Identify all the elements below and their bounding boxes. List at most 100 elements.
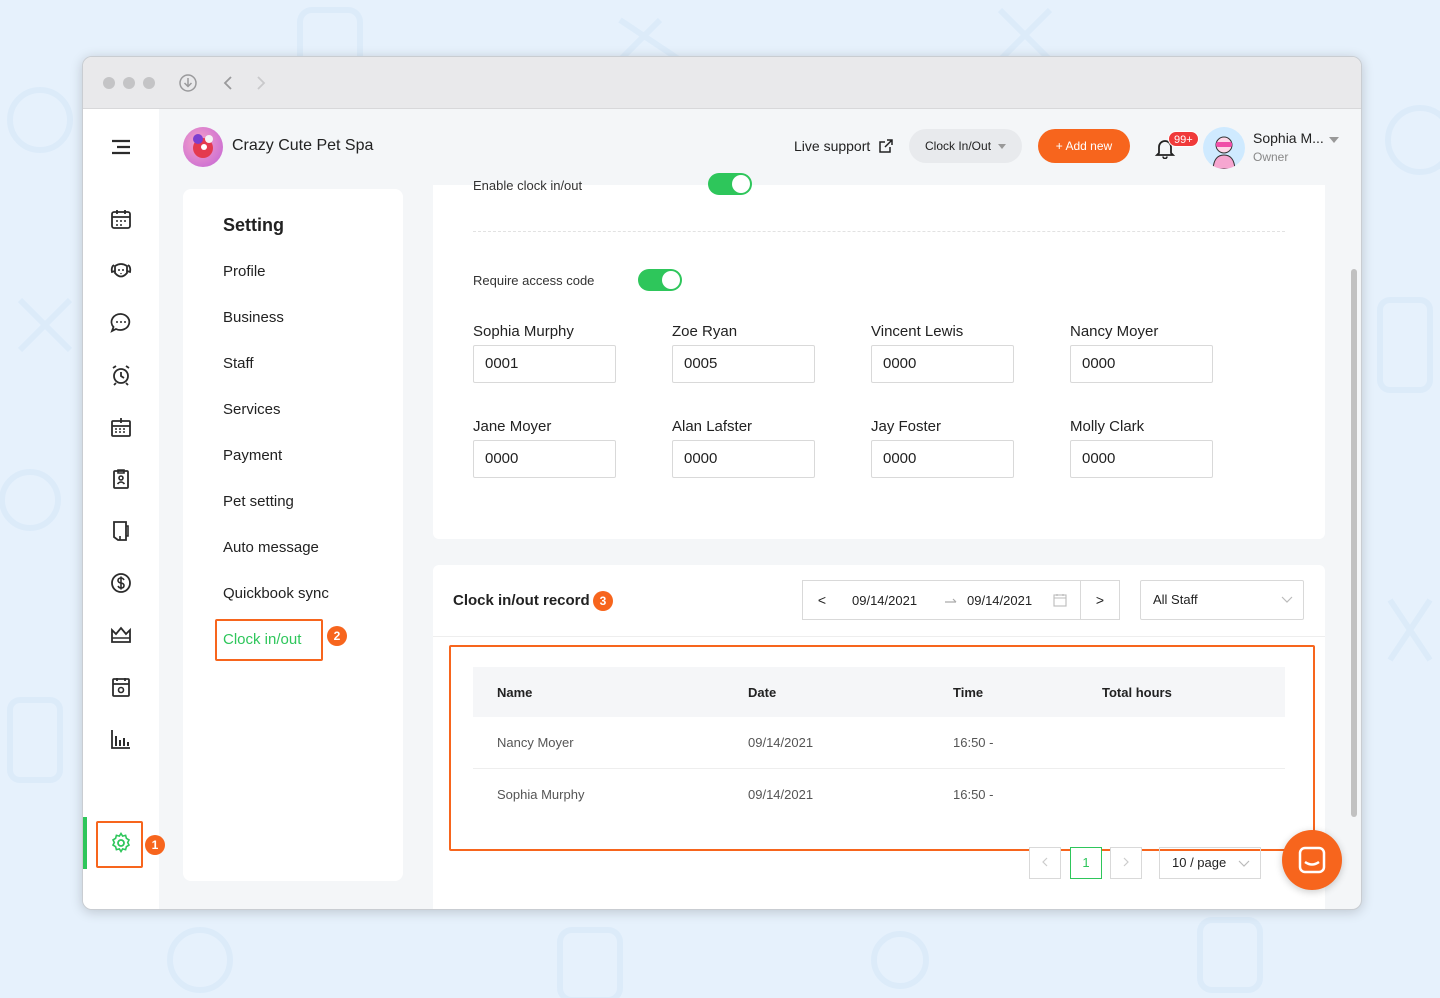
next-date-button[interactable]: >	[1080, 580, 1120, 620]
add-new-button[interactable]: + Add new	[1038, 129, 1130, 163]
enable-clock-toggle[interactable]	[708, 173, 752, 195]
annotation-badge-2: 2	[327, 626, 347, 646]
user-name[interactable]: Sophia M...	[1253, 130, 1324, 146]
pagination-prev-button[interactable]	[1029, 847, 1061, 879]
settings-item-auto-message[interactable]: Auto message	[223, 539, 319, 556]
menu-icon[interactable]	[109, 135, 133, 159]
end-date[interactable]: 09/14/2021	[967, 593, 1032, 608]
chevron-left-icon	[1042, 857, 1048, 867]
live-support-link[interactable]: Live support	[794, 138, 870, 154]
clock-record-card: Clock in/out record 3 < 09/14/2021 09/14…	[433, 565, 1325, 909]
staff-code-input[interactable]: 0000	[672, 440, 815, 478]
record-title: Clock in/out record	[453, 592, 590, 609]
date-card-icon[interactable]	[109, 675, 133, 699]
arrow-right-icon	[945, 598, 957, 603]
window-close-button[interactable]	[103, 77, 115, 89]
page-size-value: 10 / page	[1172, 855, 1227, 870]
staff-code-name: Alan Lafster	[672, 418, 753, 435]
chevron-down-icon	[1238, 860, 1250, 867]
brand-logo	[183, 127, 223, 167]
staff-code-input[interactable]: 0000	[871, 440, 1014, 478]
calendar-icon[interactable]	[109, 207, 133, 231]
date-range-picker[interactable]: 09/14/2021 09/14/2021	[841, 580, 1081, 620]
staff-code-input[interactable]: 0001	[473, 345, 616, 383]
user-role: Owner	[1253, 150, 1289, 164]
scrollbar[interactable]	[1351, 269, 1357, 817]
bar-chart-icon[interactable]	[109, 727, 133, 751]
settings-item-staff[interactable]: Staff	[223, 355, 254, 372]
schedule-icon[interactable]	[109, 415, 133, 439]
calendar-icon[interactable]	[1053, 593, 1067, 607]
dog-icon[interactable]	[109, 259, 133, 283]
settings-item-business[interactable]: Business	[223, 309, 284, 326]
external-link-icon[interactable]	[878, 138, 894, 154]
chat-icon[interactable]	[109, 311, 133, 335]
staff-code-name: Molly Clark	[1070, 418, 1145, 435]
prev-date-button[interactable]: <	[802, 580, 842, 620]
chat-launcher-button[interactable]	[1282, 830, 1342, 890]
start-date[interactable]: 09/14/2021	[852, 593, 917, 608]
window-titlebar	[83, 57, 1361, 109]
page-size-select[interactable]: 10 / page	[1159, 847, 1261, 879]
highlight-box-record-table	[449, 645, 1315, 851]
staff-code-input[interactable]: 0000	[871, 345, 1014, 383]
tablet-icon[interactable]	[109, 519, 133, 543]
staff-code-input[interactable]: 0000	[1070, 440, 1213, 478]
access-code-card: Enable clock in/out Require access code …	[433, 173, 1325, 539]
badge-icon[interactable]	[109, 467, 133, 491]
chevron-down-icon	[1281, 596, 1293, 603]
require-access-code-toggle[interactable]	[638, 269, 682, 291]
icon-sidebar: 1	[83, 109, 165, 909]
download-icon[interactable]	[178, 73, 198, 93]
top-header: Crazy Cute Pet Spa Live support Clock In…	[159, 109, 1361, 185]
highlight-box-settings	[96, 821, 143, 868]
divider	[433, 636, 1325, 637]
chevron-right-icon	[1123, 857, 1129, 867]
staff-code-input[interactable]: 0000	[1070, 345, 1213, 383]
staff-code-name: Vincent Lewis	[871, 323, 964, 340]
highlight-box-clock-in-out	[215, 619, 323, 661]
crown-icon[interactable]	[109, 623, 133, 647]
chevron-down-icon	[998, 144, 1006, 149]
settings-nav: Setting Profile Business Staff Services …	[183, 189, 403, 881]
brand-name: Crazy Cute Pet Spa	[232, 137, 374, 154]
alarm-clock-icon[interactable]	[109, 363, 133, 387]
staff-filter-select[interactable]: All Staff	[1140, 580, 1304, 620]
sidebar-active-indicator	[83, 817, 87, 869]
pagination-page-button[interactable]: 1	[1070, 847, 1102, 879]
settings-item-services[interactable]: Services	[223, 401, 281, 418]
staff-code-name: Zoe Ryan	[672, 323, 738, 340]
staff-code-name: Nancy Moyer	[1070, 323, 1159, 340]
staff-code-input[interactable]: 0000	[473, 440, 616, 478]
settings-item-quickbook-sync[interactable]: Quickbook sync	[223, 585, 329, 602]
dollar-icon[interactable]	[109, 571, 133, 595]
app-window: 1 Crazy Cute Pet Spa Live support Clock …	[82, 56, 1362, 910]
annotation-badge-3: 3	[593, 591, 613, 611]
settings-item-pet-setting[interactable]: Pet setting	[223, 493, 294, 510]
window-maximize-button[interactable]	[143, 77, 155, 89]
pet-logo-icon	[193, 134, 213, 158]
staff-code-name: Sophia Murphy	[473, 323, 574, 340]
avatar[interactable]	[1203, 127, 1245, 169]
user-menu-chevron-icon[interactable]	[1329, 137, 1339, 143]
staff-code-input[interactable]: 0005	[672, 345, 815, 383]
require-access-code-label: Require access code	[473, 273, 595, 288]
chat-launcher-icon	[1298, 846, 1326, 874]
divider	[473, 231, 1285, 232]
pagination-next-button[interactable]	[1110, 847, 1142, 879]
settings-item-payment[interactable]: Payment	[223, 447, 282, 464]
back-arrow-icon[interactable]	[218, 73, 238, 93]
user-avatar-icon	[1203, 127, 1245, 169]
forward-arrow-icon[interactable]	[251, 73, 271, 93]
staff-code-name: Jane Moyer	[473, 418, 552, 435]
settings-title: Setting	[223, 215, 284, 235]
annotation-badge-1: 1	[145, 835, 165, 855]
staff-filter-value: All Staff	[1153, 592, 1198, 607]
clock-in-out-dropdown[interactable]: Clock In/Out	[909, 129, 1022, 163]
window-minimize-button[interactable]	[123, 77, 135, 89]
enable-clock-label: Enable clock in/out	[473, 178, 583, 193]
notification-badge: 99+	[1168, 131, 1199, 147]
settings-item-profile[interactable]: Profile	[223, 263, 266, 280]
staff-code-name: Jay Foster	[871, 418, 942, 435]
clock-in-out-dropdown-label: Clock In/Out	[925, 139, 992, 153]
